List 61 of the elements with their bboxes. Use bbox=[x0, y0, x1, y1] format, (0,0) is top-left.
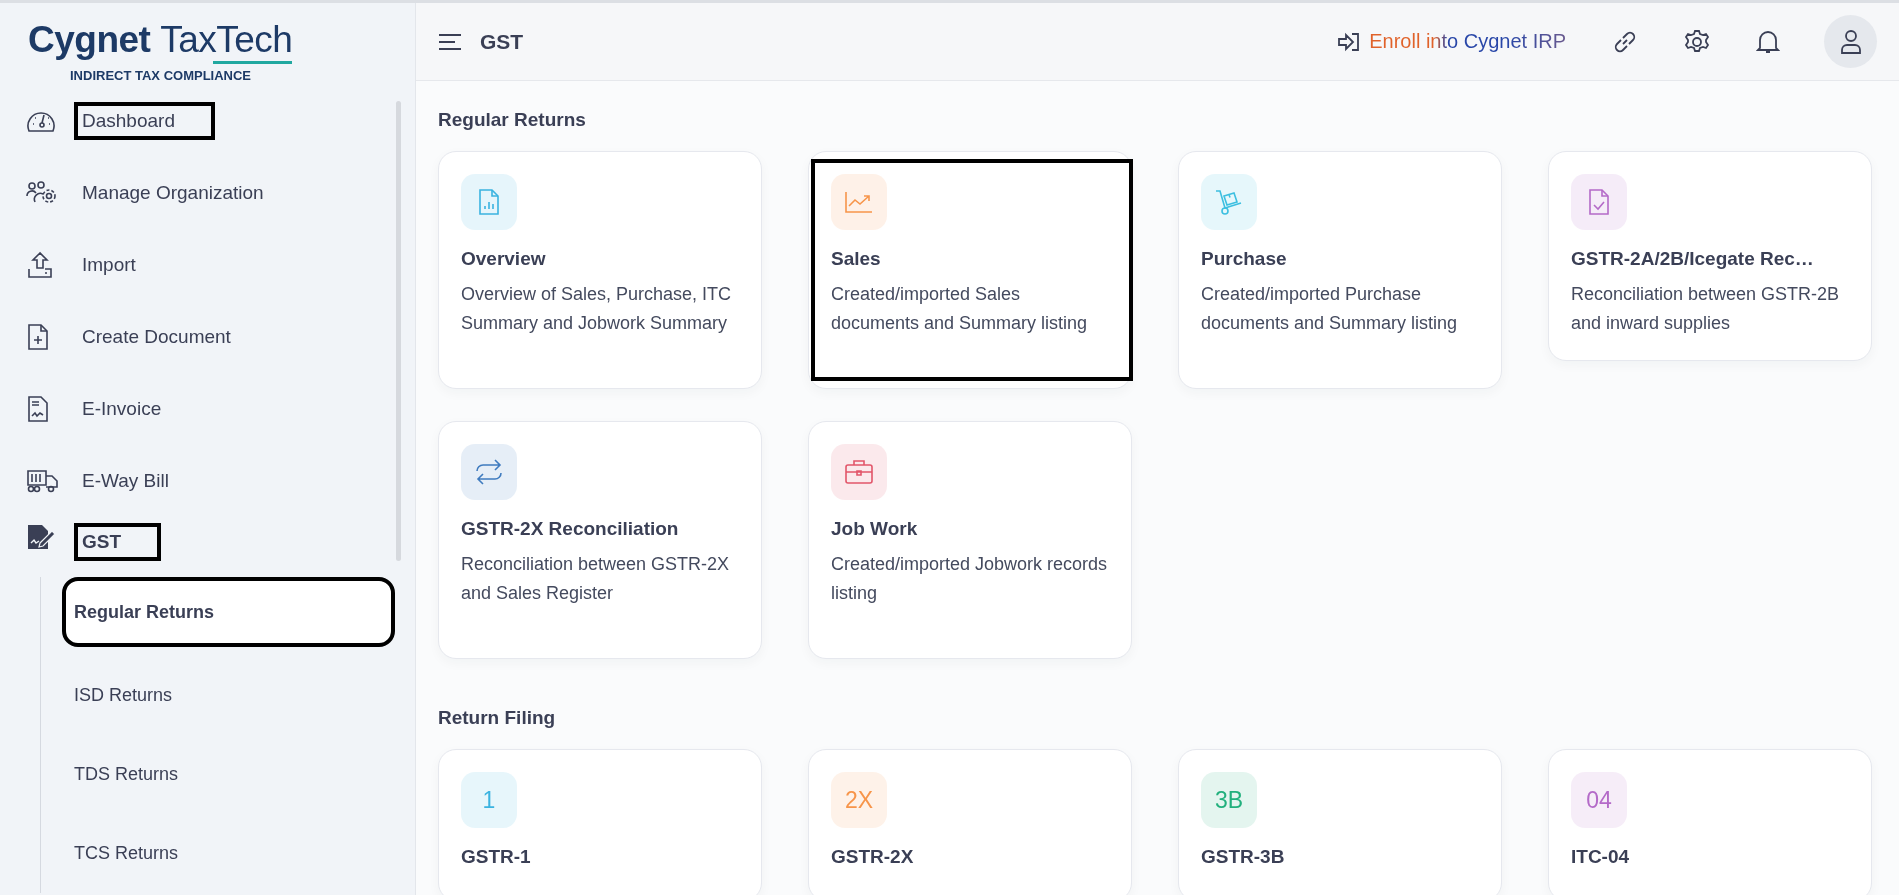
sign-in-icon bbox=[1337, 31, 1362, 52]
invoice-icon bbox=[26, 395, 50, 423]
briefcase-icon bbox=[844, 459, 874, 485]
document-check-icon bbox=[1587, 188, 1611, 216]
logo-tagline: INDIRECT TAX COMPLIANCE bbox=[70, 68, 253, 83]
task-card[interactable]: Sales Created/imported Sales documents and Summary listing bbox=[808, 151, 1132, 389]
sidebar-subitem[interactable]: Regular Returns bbox=[62, 577, 395, 647]
sidebar-item[interactable]: Dashboard bbox=[74, 102, 215, 140]
task-card[interactable]: GSTR-2A/2B/Icegate Rec… Reconciliation between GSTR-2B and inward supplies bbox=[1548, 151, 1872, 361]
sidebar-item[interactable]: Create Document bbox=[74, 318, 239, 356]
people-gear-icon bbox=[26, 180, 58, 206]
sidebar-subitem[interactable]: TCS Returns bbox=[62, 814, 395, 893]
card-title: Job Work bbox=[831, 518, 919, 540]
card-description: Created/imported Purchase documents and Summary listing bbox=[1201, 283, 1459, 335]
card-title: Sales bbox=[831, 248, 882, 270]
form-badge: 04 bbox=[1571, 772, 1627, 828]
card-title: GSTR-1 bbox=[461, 846, 532, 868]
section-heading: Regular Returns bbox=[438, 109, 587, 131]
upload-tray-icon bbox=[26, 251, 54, 279]
trend-chart-icon bbox=[844, 190, 874, 214]
card-title: ITC-04 bbox=[1571, 846, 1631, 868]
card-description: Created/imported Sales documents and Summary listing bbox=[831, 283, 1089, 335]
task-card[interactable]: GSTR-2X Reconciliation Reconciliation between GSTR-2X and Sales Register bbox=[438, 421, 762, 659]
return-card[interactable]: 1 GSTR-1 bbox=[438, 749, 762, 895]
chart-document-icon bbox=[477, 188, 501, 216]
sidebar-item[interactable]: GST bbox=[74, 523, 162, 561]
card-description: Overview of Sales, Purchase, ITC Summary and Jobwork Summary bbox=[461, 283, 733, 335]
return-card[interactable]: 2X GSTR-2X bbox=[808, 749, 1132, 895]
card-title: Overview bbox=[461, 248, 547, 270]
return-card[interactable]: 3B GSTR-3B bbox=[1178, 749, 1502, 895]
form-badge: 2X bbox=[831, 772, 887, 828]
task-card[interactable]: Purchase Created/imported Purchase documents and Summary listing bbox=[1178, 151, 1502, 389]
sidebar-item[interactable]: E-Invoice bbox=[74, 390, 170, 428]
form-badge: 3B bbox=[1201, 772, 1257, 828]
section-heading: Return Filing bbox=[438, 707, 557, 729]
sidebar-subitem[interactable]: ISD Returns bbox=[62, 656, 395, 735]
task-card[interactable]: Job Work Created/imported Jobwork records listing bbox=[808, 421, 1132, 659]
sidebar-item[interactable]: Manage Organization bbox=[74, 174, 272, 212]
card-title: GSTR-2X Reconciliation bbox=[461, 518, 680, 540]
hand-truck-icon bbox=[1214, 188, 1244, 216]
form-badge: 1 bbox=[461, 772, 517, 828]
card-title: GSTR-2A/2B/Icegate Rec… bbox=[1571, 248, 1815, 270]
menu-icon[interactable] bbox=[438, 32, 462, 51]
return-card[interactable]: 04 ITC-04 bbox=[1548, 749, 1872, 895]
truck-icon bbox=[26, 469, 60, 493]
document-plus-icon bbox=[26, 323, 50, 351]
sidebar-item[interactable]: E-Way Bill bbox=[74, 462, 177, 500]
document-pen-icon bbox=[26, 523, 56, 551]
swap-arrows-icon bbox=[474, 459, 504, 485]
sidebar-subitem[interactable]: TDS Returns bbox=[62, 735, 395, 814]
card-title: GSTR-2X bbox=[831, 846, 915, 868]
card-title: GSTR-3B bbox=[1201, 846, 1286, 868]
page-title: GST bbox=[480, 29, 524, 54]
brand-logo: Cygnet TaxTech bbox=[28, 19, 293, 64]
sidebar-item[interactable]: Import bbox=[74, 246, 144, 284]
card-description: Reconciliation between GSTR-2X and Sales Register bbox=[461, 553, 731, 605]
task-card[interactable]: Overview Overview of Sales, Purchase, ITC Summary and Jobwork Summary bbox=[438, 151, 762, 389]
card-title: Purchase bbox=[1201, 248, 1288, 270]
card-description: Reconciliation between GSTR-2B and inward supplies bbox=[1571, 283, 1841, 335]
card-description: Created/imported Jobwork records listing bbox=[831, 553, 1109, 605]
user-avatar[interactable] bbox=[1824, 15, 1877, 68]
